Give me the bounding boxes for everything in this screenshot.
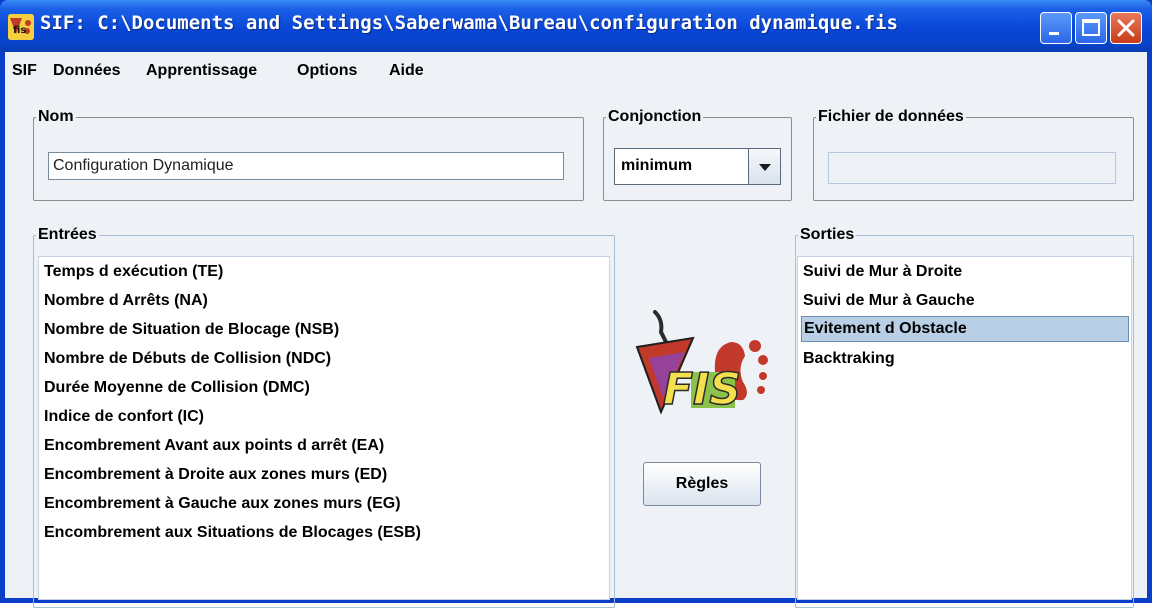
conjonction-select[interactable]: minimum bbox=[614, 148, 781, 185]
menu-apprentissage[interactable]: Apprentissage bbox=[146, 62, 257, 80]
list-item-selected[interactable]: Evitement d Obstacle bbox=[801, 316, 1129, 342]
list-item[interactable]: Suivi de Mur à Gauche bbox=[801, 288, 1129, 314]
fichier-input[interactable] bbox=[828, 152, 1116, 184]
client-area: SIF Données Apprentissage Options Aide N… bbox=[5, 52, 1147, 608]
list-item[interactable]: Temps d exécution (TE) bbox=[42, 259, 607, 285]
entrees-label: Entrées bbox=[36, 225, 99, 245]
list-item[interactable]: Indice de confort (IC) bbox=[42, 404, 607, 430]
maximize-icon bbox=[1082, 19, 1100, 36]
list-item[interactable]: Backtraking bbox=[801, 346, 1129, 372]
list-item[interactable]: Suivi de Mur à Droite bbox=[801, 259, 1129, 285]
list-item[interactable]: Encombrement à Droite aux zones murs (ED… bbox=[42, 462, 607, 488]
fichier-label: Fichier de données bbox=[816, 107, 966, 127]
close-icon bbox=[1117, 19, 1135, 37]
chevron-down-icon bbox=[759, 164, 771, 171]
entrees-group: Entrées Temps d exécution (TE) Nombre d … bbox=[33, 225, 615, 608]
app-window: fis SIF: C:\Documents and Settings\Saber… bbox=[0, 0, 1152, 608]
menu-donnees[interactable]: Données bbox=[53, 62, 121, 80]
conjonction-label: Conjonction bbox=[606, 107, 704, 127]
list-item[interactable]: Nombre d Arrêts (NA) bbox=[42, 288, 607, 314]
list-item[interactable]: Encombrement aux Situations de Blocages … bbox=[42, 520, 607, 546]
conjonction-selected-value: minimum bbox=[621, 157, 693, 174]
maximize-button[interactable] bbox=[1075, 12, 1107, 44]
nom-label: Nom bbox=[36, 107, 76, 127]
fis-app-icon[interactable]: fis bbox=[8, 14, 34, 40]
sorties-list[interactable]: Suivi de Mur à Droite Suivi de Mur à Gau… bbox=[797, 256, 1132, 600]
list-item[interactable]: Nombre de Débuts de Collision (NDC) bbox=[42, 346, 607, 372]
menu-bar: SIF Données Apprentissage Options Aide bbox=[5, 52, 1147, 88]
nom-input[interactable]: Configuration Dynamique bbox=[48, 152, 564, 180]
minimize-button[interactable] bbox=[1040, 12, 1072, 44]
menu-aide[interactable]: Aide bbox=[389, 62, 424, 80]
title-bar[interactable]: fis SIF: C:\Documents and Settings\Saber… bbox=[0, 0, 1152, 52]
list-item[interactable]: Nombre de Situation de Blocage (NSB) bbox=[42, 317, 607, 343]
regles-button[interactable]: Règles bbox=[643, 462, 761, 506]
svg-text:fis: fis bbox=[13, 25, 26, 36]
entrees-list[interactable]: Temps d exécution (TE) Nombre d Arrêts (… bbox=[38, 256, 610, 600]
close-button[interactable] bbox=[1110, 12, 1142, 44]
minimize-icon bbox=[1049, 32, 1059, 35]
dropdown-button[interactable] bbox=[748, 149, 780, 184]
window-title: SIF: C:\Documents and Settings\Saberwama… bbox=[40, 12, 898, 34]
menu-sif[interactable]: SIF bbox=[12, 62, 37, 80]
list-item[interactable]: Durée Moyenne de Collision (DMC) bbox=[42, 375, 607, 401]
conjonction-group: Conjonction minimum bbox=[603, 107, 792, 201]
sorties-group: Sorties Suivi de Mur à Droite Suivi de M… bbox=[795, 225, 1134, 608]
fichier-group: Fichier de données bbox=[813, 107, 1134, 201]
fis-logo-text: FIS bbox=[663, 364, 741, 415]
list-item[interactable]: Encombrement à Gauche aux zones murs (EG… bbox=[42, 491, 607, 517]
list-item[interactable]: Encombrement Avant aux points d arrêt (E… bbox=[42, 433, 607, 459]
nom-group: Nom Configuration Dynamique bbox=[33, 107, 584, 201]
menu-options[interactable]: Options bbox=[297, 62, 357, 80]
sorties-label: Sorties bbox=[798, 225, 857, 245]
fis-logo: FIS bbox=[633, 302, 773, 432]
